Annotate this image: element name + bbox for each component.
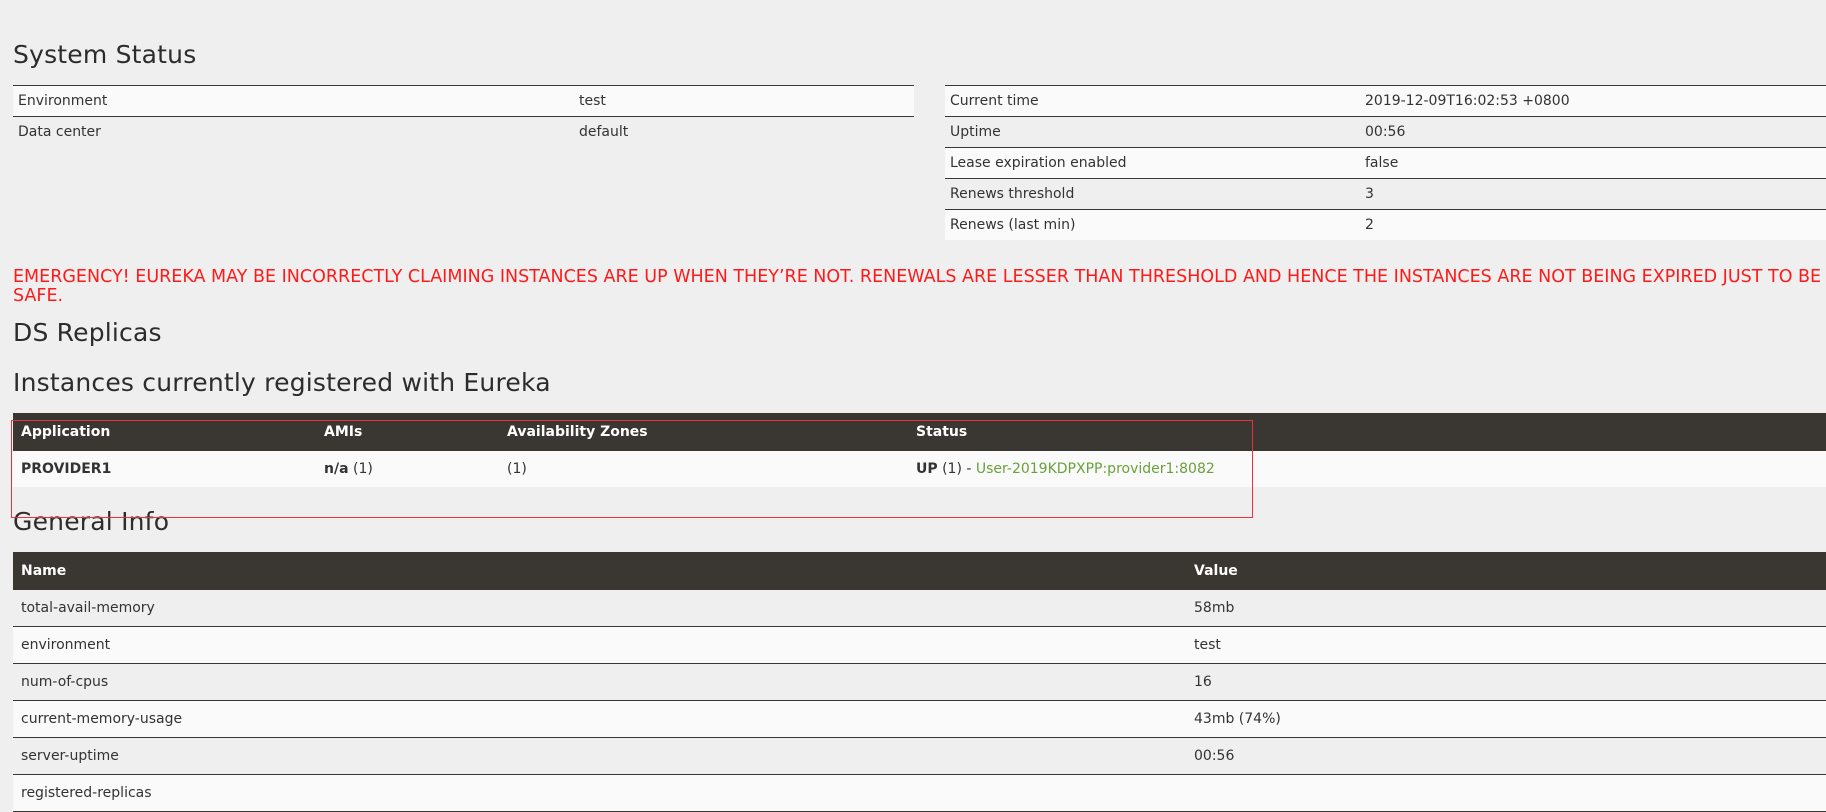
info-value [1186, 774, 1826, 812]
status-count: (1) - [942, 461, 972, 477]
info-value: 16 [1186, 663, 1826, 701]
spacer-cell [13, 487, 1826, 519]
column-header-name: Name [13, 552, 1186, 590]
status-value: 2 [1360, 209, 1826, 240]
instances-table: Application AMIs Availability Zones Stat… [13, 413, 1826, 519]
system-status-left-table: Environment test Data center default [13, 85, 914, 147]
info-name: server-uptime [13, 737, 1186, 775]
general-info-heading: General Info [13, 507, 170, 536]
table-header-row: Name Value [13, 552, 1826, 590]
table-row: Data center default [13, 116, 914, 147]
status-label: Renews threshold [945, 178, 1360, 210]
status-value: default [574, 116, 914, 147]
table-row: Renews threshold 3 [945, 178, 1826, 210]
system-status-right-table: Current time 2019-12-09T16:02:53 +0800 U… [945, 85, 1826, 240]
status-label: Uptime [945, 116, 1360, 148]
column-header-availability-zones: Availability Zones [499, 413, 908, 451]
column-header-amis: AMIs [316, 413, 499, 451]
column-header-application: Application [13, 413, 316, 451]
info-name: current-memory-usage [13, 700, 1186, 738]
status-cell: UP (1) - User-2019KDPXPP:provider1:8082 [908, 451, 1826, 487]
instances-heading: Instances currently registered with Eure… [13, 368, 551, 397]
application-name: PROVIDER1 [13, 451, 316, 487]
info-value: test [1186, 626, 1826, 664]
info-name: registered-replicas [13, 774, 1186, 812]
general-info-table: Name Value total-avail-memory 58mb envir… [13, 552, 1826, 812]
table-row: Lease expiration enabled false [945, 147, 1826, 179]
status-value: 3 [1360, 178, 1826, 210]
info-name: total-avail-memory [13, 590, 1186, 627]
status-label: Data center [13, 116, 574, 147]
instance-link[interactable]: User-2019KDPXPP:provider1:8082 [976, 461, 1215, 477]
amis-cell: n/a (1) [316, 451, 499, 487]
info-value: 00:56 [1186, 737, 1826, 775]
info-value: 58mb [1186, 590, 1826, 627]
table-row: registered-replicas [13, 774, 1826, 812]
amis-count: (1) [352, 461, 373, 477]
table-row: Current time 2019-12-09T16:02:53 +0800 [945, 85, 1826, 117]
status-label: Current time [945, 85, 1360, 117]
table-row: server-uptime 00:56 [13, 737, 1826, 775]
availability-zones-cell: (1) [499, 451, 908, 487]
table-row: Renews (last min) 2 [945, 209, 1826, 240]
status-label: Lease expiration enabled [945, 147, 1360, 179]
table-row: Uptime 00:56 [945, 116, 1826, 148]
info-name: num-of-cpus [13, 663, 1186, 701]
status-value: 00:56 [1360, 116, 1826, 148]
column-header-status: Status [908, 413, 1826, 451]
status-label: Renews (last min) [945, 209, 1360, 240]
info-value: 43mb (74%) [1186, 700, 1826, 738]
amis-value: n/a [324, 461, 349, 477]
table-row: Environment test [13, 85, 914, 117]
status-label: Environment [13, 85, 574, 117]
table-row: total-avail-memory 58mb [13, 590, 1826, 627]
ds-replicas-heading: DS Replicas [13, 318, 162, 347]
info-name: environment [13, 626, 1186, 664]
status-value: 2019-12-09T16:02:53 +0800 [1360, 85, 1826, 117]
column-header-value: Value [1186, 552, 1826, 590]
table-row: environment test [13, 626, 1826, 664]
status-value: UP [916, 461, 938, 477]
table-header-row: Application AMIs Availability Zones Stat… [13, 413, 1826, 451]
table-row: current-memory-usage 43mb (74%) [13, 700, 1826, 738]
table-row: PROVIDER1 n/a (1) (1) UP (1) - User-2019… [13, 451, 1826, 487]
system-status-heading: System Status [13, 40, 197, 69]
table-row: num-of-cpus 16 [13, 663, 1826, 701]
emergency-warning: EMERGENCY! EUREKA MAY BE INCORRECTLY CLA… [13, 267, 1822, 306]
table-spacer-row [13, 487, 1826, 519]
status-value: false [1360, 147, 1826, 179]
status-value: test [574, 85, 914, 117]
